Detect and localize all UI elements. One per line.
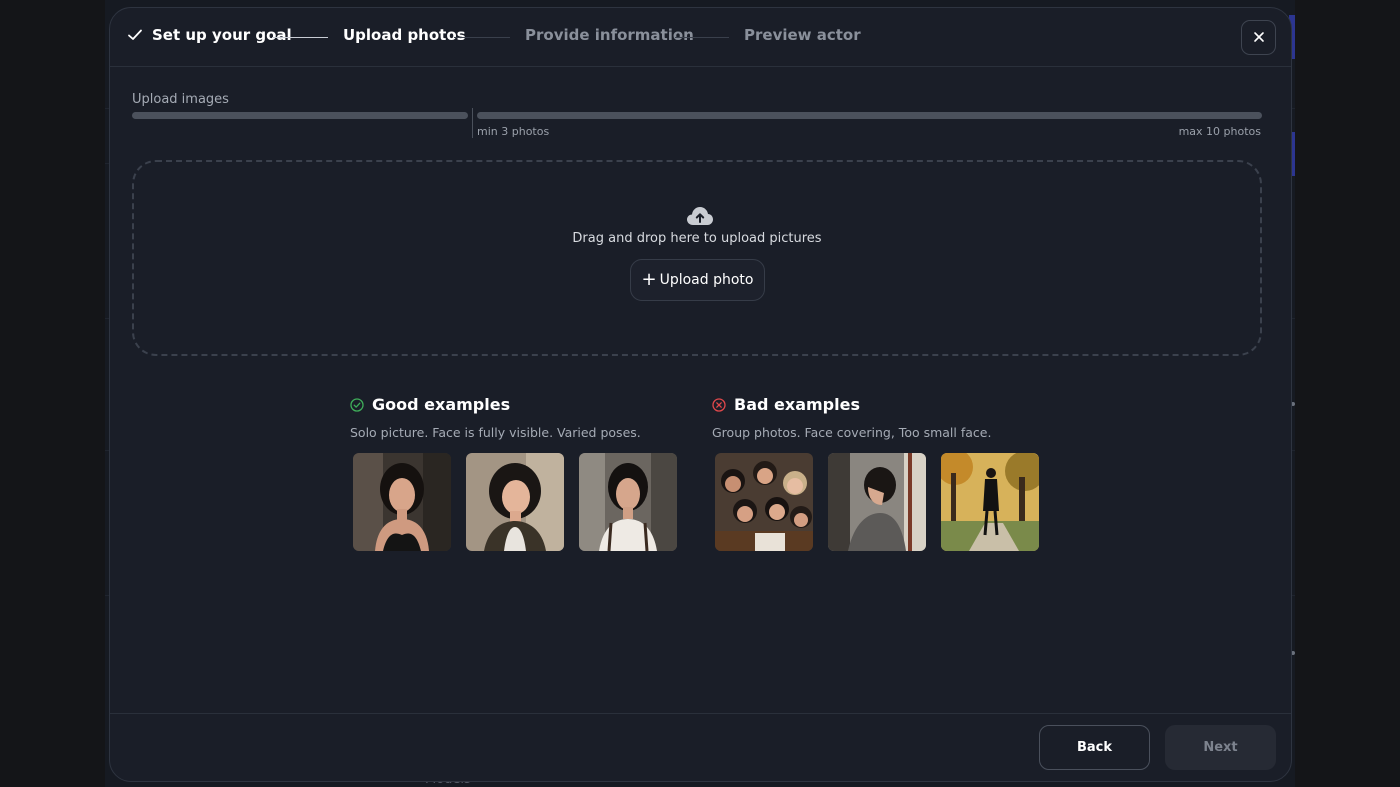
- min-photos-label: min 3 photos: [477, 125, 550, 138]
- dropzone-instructions: Drag and drop here to upload pictures: [572, 231, 822, 246]
- good-example-photo: [353, 453, 451, 551]
- x-circle-icon: [712, 397, 726, 412]
- upload-photo-button[interactable]: + Upload photo: [630, 259, 765, 301]
- good-example-photo: [466, 453, 564, 551]
- max-photos-label: max 10 photos: [1178, 125, 1261, 138]
- bad-examples-title: Bad examples: [734, 394, 860, 414]
- bad-examples-subtitle: Group photos. Face covering, Too small f…: [712, 425, 992, 440]
- back-button[interactable]: Back: [1039, 725, 1150, 770]
- step-connector: [675, 37, 729, 38]
- upload-images-label: Upload images: [132, 92, 229, 107]
- min-photos-progress-bar: [132, 112, 468, 119]
- cloud-upload-icon: [686, 205, 714, 227]
- next-button[interactable]: Next: [1165, 725, 1276, 770]
- close-button[interactable]: [1241, 20, 1276, 55]
- good-examples-section: Good examples Solo picture. Face is full…: [350, 393, 677, 551]
- bad-example-photo: [828, 453, 926, 551]
- close-icon: [1253, 28, 1265, 47]
- step-label: Provide information: [525, 26, 694, 44]
- min-photos-marker: [472, 108, 473, 138]
- modal-footer: Back Next: [110, 713, 1291, 781]
- step-connector: [454, 37, 510, 38]
- good-example-photo: [579, 453, 677, 551]
- bad-example-photo: [715, 453, 813, 551]
- bad-examples-section: Bad examples Group photos. Face covering…: [712, 393, 1039, 551]
- step-label: Set up your goal: [152, 26, 292, 44]
- step-upload-photos: Upload photos: [343, 26, 466, 44]
- check-icon: [127, 27, 143, 43]
- upload-photo-label: Upload photo: [659, 272, 754, 288]
- bad-example-photo: [941, 453, 1039, 551]
- step-connector: [272, 37, 328, 38]
- check-circle-icon: [350, 397, 364, 412]
- step-provide-information: Provide information: [525, 26, 694, 44]
- bad-examples-heading: Bad examples: [712, 393, 991, 415]
- good-example-thumbnails: [353, 453, 683, 553]
- bad-example-thumbnails: [715, 453, 1045, 553]
- good-examples-heading: Good examples: [350, 393, 641, 415]
- step-label: Preview actor: [744, 26, 861, 44]
- good-examples-title: Good examples: [372, 394, 511, 414]
- wizard-stepper: Set up your goal Upload photos Provide i…: [110, 8, 1291, 67]
- max-photos-progress-bar: [477, 112, 1262, 119]
- step-preview-actor: Preview actor: [744, 26, 861, 44]
- step-set-up-goal: Set up your goal: [127, 26, 292, 44]
- good-examples-subtitle: Solo picture. Face is fully visible. Var…: [350, 425, 641, 440]
- plus-icon: +: [641, 269, 657, 290]
- photo-dropzone[interactable]: Drag and drop here to upload pictures + …: [132, 160, 1262, 356]
- step-label: Upload photos: [343, 26, 466, 44]
- upload-photos-modal: Set up your goal Upload photos Provide i…: [109, 7, 1292, 782]
